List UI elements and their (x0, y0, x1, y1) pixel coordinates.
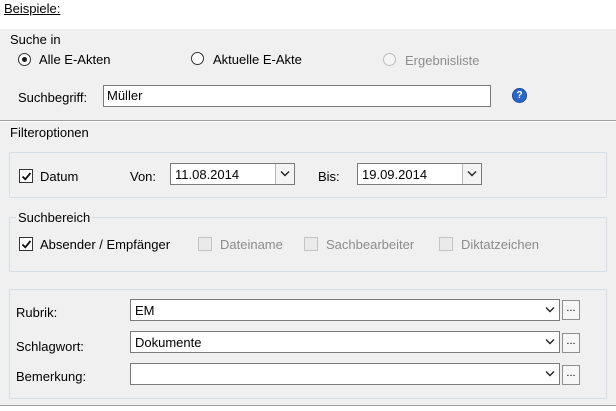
remark-dropdown-arrow[interactable] (541, 364, 559, 384)
search-area-label: Suchbereich (16, 210, 93, 225)
dictation-mark-label: Diktatzeichen (461, 237, 540, 252)
from-label: Von: (130, 169, 157, 184)
sender-recipient-checkbox[interactable] (19, 237, 33, 251)
keyword-dropdown-arrow[interactable] (541, 332, 559, 352)
chevron-down-icon (545, 307, 555, 313)
remark-label: Bemerkung: (16, 369, 87, 384)
search-in-label: Suche in (10, 32, 61, 47)
keyword-label: Schlagwort: (16, 339, 84, 354)
date-checkbox[interactable] (19, 169, 33, 183)
examples-link[interactable]: Beispiele: (4, 1, 60, 16)
radio-current-file[interactable] (191, 52, 204, 65)
keyword-browse-button[interactable]: ... (562, 333, 580, 353)
radio-result-list-label: Ergebnisliste (405, 53, 480, 68)
filename-label: Dateiname (220, 237, 283, 252)
chevron-down-icon (545, 339, 555, 345)
date-group (9, 152, 607, 198)
remark-browse-button[interactable]: ... (562, 365, 580, 385)
check-icon (21, 172, 32, 181)
dictation-mark-checkbox[interactable] (439, 237, 453, 251)
radio-current-file-label: Aktuelle E-Akte (213, 52, 302, 67)
clerk-label: Sachbearbeiter (326, 237, 415, 252)
to-date-value: 19.09.2014 (362, 167, 428, 182)
chevron-down-icon (545, 371, 555, 377)
category-value: EM (135, 303, 155, 318)
filename-checkbox[interactable] (198, 237, 212, 251)
filter-options-label: Filteroptionen (10, 125, 89, 140)
to-label: Bis: (318, 169, 340, 184)
keyword-dropdown[interactable]: Dokumente (130, 331, 560, 353)
date-checkbox-label: Datum (40, 169, 79, 184)
radio-all-files[interactable] (18, 53, 31, 66)
chevron-down-icon (280, 171, 290, 177)
clerk-checkbox[interactable] (304, 237, 318, 251)
radio-all-files-label: Alle E-Akten (39, 52, 111, 67)
from-date-picker[interactable]: 11.08.2014 (170, 163, 295, 185)
search-term-label: Suchbegriff: (18, 90, 88, 105)
category-browse-button[interactable]: ... (562, 300, 580, 320)
from-date-value: 11.08.2014 (175, 167, 240, 182)
radio-result-list[interactable] (383, 53, 396, 66)
category-dropdown[interactable]: EM (130, 299, 560, 321)
sender-recipient-label: Absender / Empfänger (40, 237, 171, 252)
to-date-picker[interactable]: 19.09.2014 (357, 163, 482, 185)
to-date-dropdown[interactable] (462, 164, 481, 184)
keyword-value: Dokumente (135, 335, 202, 350)
help-icon[interactable]: ? (512, 88, 527, 103)
bottom-divider (0, 405, 616, 406)
remark-dropdown[interactable] (130, 363, 560, 385)
check-icon (21, 240, 32, 249)
from-date-dropdown[interactable] (275, 164, 294, 184)
search-term-input[interactable]: Müller (103, 85, 491, 107)
chevron-down-icon (467, 171, 477, 177)
category-dropdown-arrow[interactable] (541, 300, 559, 320)
category-label: Rubrik: (16, 305, 58, 320)
